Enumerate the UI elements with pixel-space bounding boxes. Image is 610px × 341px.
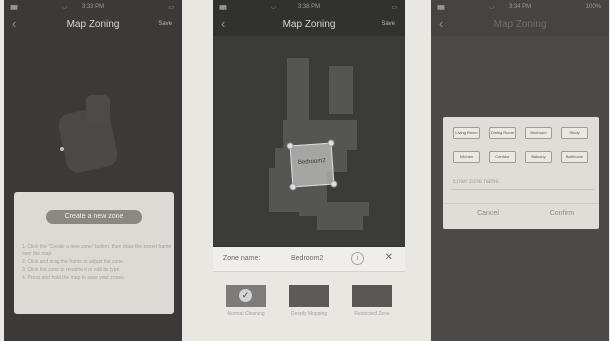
- map-floor-area: [287, 58, 309, 120]
- room-name-chip[interactable]: Study: [561, 127, 588, 139]
- create-zone-button[interactable]: Create a new zone: [46, 210, 142, 224]
- info-icon[interactable]: i: [351, 252, 364, 265]
- status-time: 3:34 PM: [508, 4, 532, 10]
- map-canvas[interactable]: Bedroom2: [213, 36, 405, 246]
- status-time: 3:33 PM: [81, 4, 105, 10]
- instruction-item: 2. Click and drag the frame to adjust th…: [22, 259, 125, 265]
- room-name-chip[interactable]: Living Room: [453, 127, 480, 139]
- status-time: 3:38 PM: [297, 4, 321, 10]
- close-icon[interactable]: ✕: [385, 252, 393, 263]
- page-title: Map Zoning: [66, 19, 120, 30]
- room-name-chip[interactable]: Dining Room: [489, 127, 516, 139]
- rename-dialog: Living Room Dining Room Bedroom Study Ki…: [443, 117, 599, 229]
- zone-type-label: Restricted Zone: [354, 311, 390, 317]
- zone-name-bar: Zone name: Bedroom2 i ✕: [213, 247, 405, 272]
- instruction-item: 4. Press and hold the map to save your z…: [22, 275, 126, 281]
- nav-bar: ‹ Map Zoning Save: [4, 14, 182, 36]
- robot-position-marker: [60, 147, 64, 151]
- zone-name-input[interactable]: [451, 175, 595, 190]
- zone-name-value[interactable]: Bedroom2: [291, 255, 323, 262]
- phone-screen-rename-dialog: ▮▮▮ ◡ 3:34 PM 100% ‹ Map Zoning Living R…: [431, 0, 609, 341]
- nav-bar: ‹ Map Zoning Save: [213, 14, 405, 36]
- instruction-item: 1. Click the "Create a new zone" button,…: [22, 244, 172, 257]
- zone-type-label: Normal Cleaning: [227, 311, 265, 317]
- battery-level: 100%: [585, 4, 601, 10]
- page-title: Map Zoning: [282, 19, 336, 30]
- resize-handle[interactable]: [330, 180, 338, 188]
- room-name-chip[interactable]: Bathroom: [561, 151, 588, 163]
- map-floor-area: [329, 66, 353, 114]
- room-name-chip[interactable]: Bedroom: [525, 127, 552, 139]
- cancel-button[interactable]: Cancel: [463, 210, 513, 217]
- zone-label: Bedroom2: [297, 158, 326, 166]
- room-name-chip[interactable]: Kitchen: [453, 151, 480, 163]
- map-floor-area: [317, 212, 363, 230]
- status-bar: ▮▮▮ ◡ 3:33 PM ▭: [4, 2, 182, 12]
- room-name-chip[interactable]: Balcony: [525, 151, 552, 163]
- zone-type-normal-cleaning[interactable]: ✓ Normal Cleaning: [226, 285, 266, 317]
- check-icon: ✓: [239, 289, 252, 302]
- room-name-chip[interactable]: Corridor: [489, 151, 516, 163]
- save-button[interactable]: Save: [158, 21, 172, 27]
- zone-type-swatch: [352, 285, 392, 307]
- phone-screen-zone-edit: ▮▮▮ ◡ 3:38 PM ▭ ‹ Map Zoning Save Bedroo…: [213, 0, 405, 341]
- zone-type-restricted-zone[interactable]: Restricted Zone: [352, 285, 392, 317]
- battery-icon: ▭: [168, 5, 174, 11]
- instruction-item: 3. Click the zone to rename it or edit i…: [22, 267, 121, 273]
- zone-type-label: Deeply Mopping: [290, 311, 328, 317]
- zone-frame[interactable]: Bedroom2: [286, 139, 338, 191]
- nav-bar: ‹ Map Zoning: [431, 14, 609, 36]
- confirm-button[interactable]: Confirm: [537, 210, 587, 217]
- map-floor-area: [86, 95, 110, 125]
- status-bar: ▮▮▮ ◡ 3:38 PM ▭: [213, 2, 405, 12]
- page-title: Map Zoning: [493, 19, 547, 30]
- phone-screen-instructions: ▮▮▮ ◡ 3:33 PM ▭ ‹ Map Zoning Save Create…: [4, 0, 182, 341]
- zone-type-swatch: [289, 285, 329, 307]
- status-bar: ▮▮▮ ◡ 3:34 PM 100%: [431, 2, 609, 12]
- instruction-sheet: Create a new zone 1. Click the "Create a…: [14, 192, 174, 314]
- zone-type-selector: ✓ Normal Cleaning Deeply Mopping Restric…: [213, 272, 405, 341]
- instruction-list: 1. Click the "Create a new zone" button,…: [22, 244, 172, 283]
- zone-type-deeply-mopping[interactable]: Deeply Mopping: [289, 285, 329, 317]
- save-button[interactable]: Save: [381, 21, 395, 27]
- dialog-divider: [443, 203, 599, 204]
- resize-handle[interactable]: [286, 142, 294, 150]
- zone-name-label: Zone name:: [223, 255, 261, 262]
- battery-icon: ▭: [391, 5, 397, 11]
